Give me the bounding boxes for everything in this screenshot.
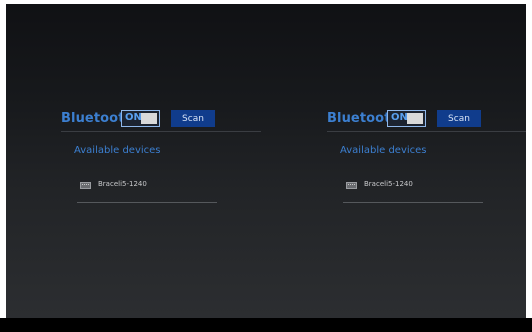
device-item[interactable]: Braceli5-1240 [77,179,217,203]
bluetooth-panel-left: Bluetooth ON Scan Available devices Brac… [61,107,261,207]
bluetooth-header: Bluetooth ON Scan [327,107,526,132]
available-devices-title: Available devices [340,145,427,156]
available-devices-title: Available devices [74,145,161,156]
toggle-state-label: ON [125,112,142,123]
keyboard-icon [80,182,91,189]
bluetooth-toggle[interactable]: ON [387,110,426,127]
device-name: Braceli5-1240 [364,180,413,188]
vr-screen: Bluetooth ON Scan Available devices Brac… [6,4,526,318]
toggle-knob [407,113,423,124]
device-item[interactable]: Braceli5-1240 [343,179,483,203]
toggle-state-label: ON [391,112,408,123]
bottom-bar [0,318,532,332]
toggle-knob [141,113,157,124]
bluetooth-toggle[interactable]: ON [121,110,160,127]
keyboard-icon [346,182,357,189]
device-name: Braceli5-1240 [98,180,147,188]
scan-button[interactable]: Scan [437,110,481,127]
scan-button[interactable]: Scan [171,110,215,127]
bluetooth-panel-right: Bluetooth ON Scan Available devices Brac… [327,107,526,207]
bluetooth-header: Bluetooth ON Scan [61,107,261,132]
